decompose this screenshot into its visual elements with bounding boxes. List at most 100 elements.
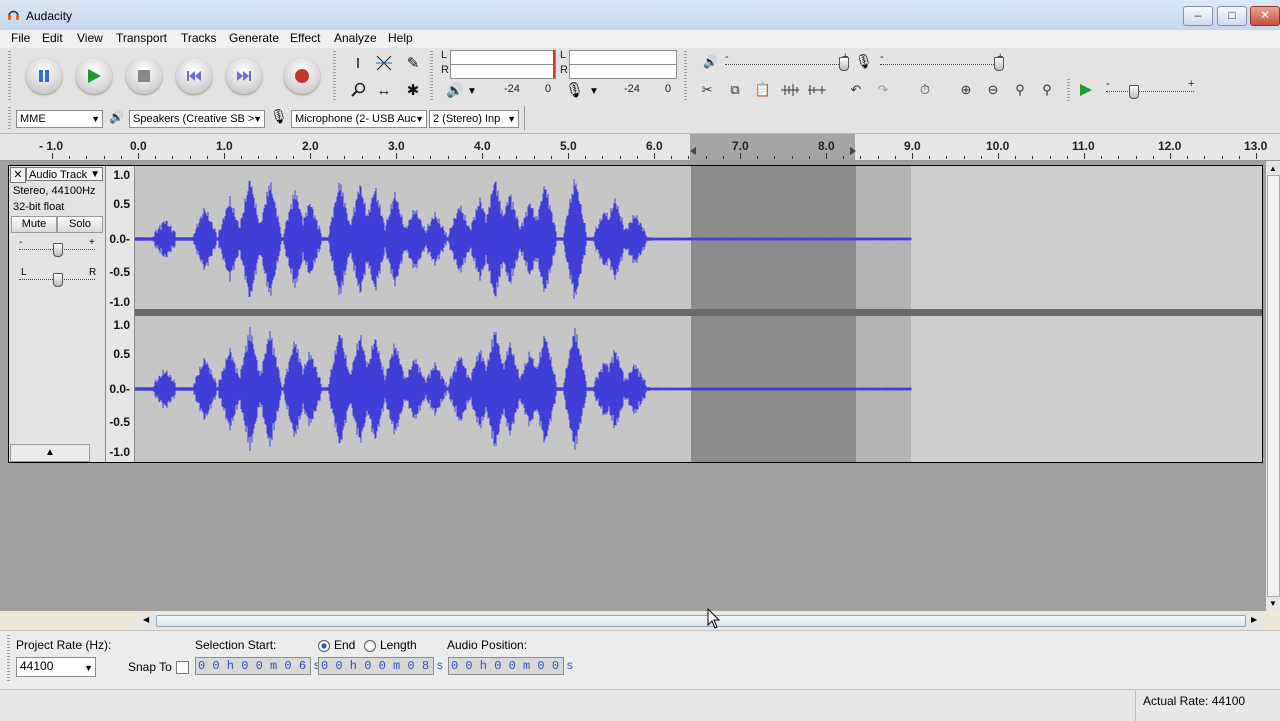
record-meter-left[interactable] [569, 50, 677, 65]
playback-meter-menu-icon[interactable]: ▼ [467, 86, 477, 97]
length-radio[interactable] [364, 640, 376, 652]
menu-tracks[interactable]: Tracks [181, 31, 217, 45]
timeline-ruler[interactable]: - 1.0 0.0 1.0 2.0 3.0 4.0 5.0 6.0 7.0 8.… [0, 134, 1280, 161]
playback-meter-left[interactable] [450, 50, 556, 65]
menu-analyze[interactable]: Analyze [334, 31, 377, 45]
audio-host-select[interactable]: MME ▼ [16, 110, 103, 128]
silence-icon[interactable] [806, 79, 828, 101]
mute-button[interactable]: Mute [11, 216, 57, 233]
fit-selection-icon[interactable]: ⚲ [1009, 79, 1031, 101]
input-volume-slider[interactable] [880, 64, 998, 66]
play-speed-thumb[interactable] [1129, 85, 1139, 99]
trim-icon[interactable] [779, 79, 801, 101]
multi-tool-icon[interactable]: ✱ [401, 78, 425, 102]
skip-end-icon [237, 71, 251, 81]
skip-to-start-button[interactable] [176, 58, 212, 94]
zoom-out-icon[interactable]: ⊖ [982, 79, 1004, 101]
ruler-tick [447, 156, 449, 159]
minimize-button[interactable]: – [1183, 6, 1213, 26]
audio-position-field[interactable]: 0 0 h 0 0 m 0 0 s [448, 657, 573, 675]
undo-icon[interactable]: ↶ [845, 79, 867, 101]
menu-effect[interactable]: Effect [290, 31, 320, 45]
toolbar-grip[interactable] [430, 51, 433, 101]
toolbar-grip[interactable] [7, 635, 10, 683]
toolbar-grip[interactable] [684, 51, 687, 101]
ruler-tick [396, 153, 397, 159]
vertical-scroll-thumb[interactable] [1267, 175, 1280, 597]
record-button[interactable] [284, 58, 320, 94]
pan-slider-thumb[interactable] [53, 273, 63, 287]
selection-start-field[interactable]: 0 0 h 0 0 m 0 6 s [195, 657, 320, 675]
speaker-icon[interactable]: 🔊 [446, 82, 463, 99]
stop-button[interactable] [126, 58, 162, 94]
ruler-tick [378, 156, 380, 159]
audio-track[interactable]: ✕ Audio Track ▼ Stereo, 44100Hz 32-bit fl… [8, 165, 1263, 463]
solo-button[interactable]: Solo [57, 216, 103, 233]
horizontal-scroll-thumb[interactable] [156, 615, 1246, 627]
gain-plus-label: + [89, 237, 95, 248]
paste-icon[interactable]: 📋 [752, 79, 774, 101]
ruler-tick [241, 156, 243, 159]
output-volume-slider[interactable] [725, 64, 843, 66]
redo-icon[interactable]: ↷ [872, 79, 894, 101]
snap-to-checkbox[interactable] [176, 661, 189, 674]
scale-label: -0.5 [109, 265, 130, 279]
horizontal-scrollbar[interactable]: ◀ ▶ [140, 613, 1264, 629]
close-window-button[interactable]: ✕ [1250, 6, 1280, 26]
menu-transport[interactable]: Transport [116, 31, 167, 45]
draw-tool-icon[interactable]: ✎ [401, 51, 425, 75]
track-name-menu[interactable]: Audio Track ▼ [26, 167, 103, 181]
collapse-track-button[interactable]: ▲ [10, 444, 90, 462]
zoom-tool-icon[interactable] [346, 78, 370, 102]
record-meter-menu-icon[interactable]: ▼ [589, 86, 599, 97]
play-at-speed-icon[interactable] [1075, 79, 1097, 101]
selection-tool-icon[interactable]: I [346, 51, 370, 75]
menu-file[interactable]: File [11, 31, 30, 45]
cut-icon[interactable]: ✂ [696, 79, 718, 101]
fit-project-icon[interactable]: ⚲ [1036, 79, 1058, 101]
vertical-scrollbar[interactable]: ▲ ▼ [1266, 161, 1280, 611]
toolbar-grip[interactable] [8, 51, 11, 101]
zoom-in-icon[interactable]: ⊕ [955, 79, 977, 101]
toolbar-grip[interactable] [1067, 79, 1070, 101]
end-radio[interactable] [318, 640, 330, 652]
channels-select[interactable]: 2 (Stereo) Inp ▼ [429, 110, 519, 128]
microphone-icon[interactable]: 🎙 [565, 81, 584, 99]
track-area[interactable]: ✕ Audio Track ▼ Stereo, 44100Hz 32-bit fl… [0, 161, 1266, 611]
project-rate-select[interactable]: 44100 ▼ [16, 657, 96, 677]
time-shift-tool-icon[interactable]: ↔ [372, 78, 396, 102]
output-volume-thumb[interactable] [839, 57, 849, 71]
menu-generate[interactable]: Generate [229, 31, 279, 45]
status-divider [1135, 690, 1136, 721]
selection-end-field[interactable]: 0 0 h 0 0 m 0 8 s [318, 657, 443, 675]
gain-slider-thumb[interactable] [53, 243, 63, 257]
scroll-right-icon[interactable]: ▶ [1251, 615, 1257, 624]
waveform-display[interactable] [135, 166, 1262, 462]
ruler-tick [344, 156, 346, 159]
toolbar-grip[interactable] [8, 107, 11, 129]
scroll-down-icon[interactable]: ▼ [1269, 599, 1277, 608]
toolbar-grip[interactable] [333, 51, 336, 101]
menu-view[interactable]: View [77, 31, 103, 45]
ruler-tick [482, 153, 483, 159]
envelope-tool-icon[interactable] [372, 51, 396, 75]
playback-device-select[interactable]: Speakers (Creative SB > ▼ [129, 110, 265, 128]
maximize-button[interactable]: □ [1217, 6, 1247, 26]
menu-help[interactable]: Help [388, 31, 413, 45]
record-meter-right[interactable] [569, 64, 677, 79]
play-button[interactable] [76, 58, 112, 94]
ruler-tick [843, 156, 845, 159]
sync-lock-icon[interactable]: ⏱ [914, 79, 936, 101]
skip-to-end-button[interactable] [226, 58, 262, 94]
copy-icon[interactable]: ⧉ [724, 79, 746, 101]
menu-edit[interactable]: Edit [42, 31, 63, 45]
pause-button[interactable] [26, 58, 62, 94]
slider-minus: - [1106, 78, 1110, 90]
playback-meter-right[interactable] [450, 64, 556, 79]
play-speed-slider[interactable] [1106, 91, 1194, 93]
scroll-left-icon[interactable]: ◀ [143, 615, 149, 624]
recording-device-select[interactable]: Microphone (2- USB Auc ▼ [291, 110, 427, 128]
scroll-up-icon[interactable]: ▲ [1269, 164, 1277, 173]
input-volume-thumb[interactable] [994, 57, 1004, 71]
track-close-button[interactable]: ✕ [10, 167, 26, 183]
